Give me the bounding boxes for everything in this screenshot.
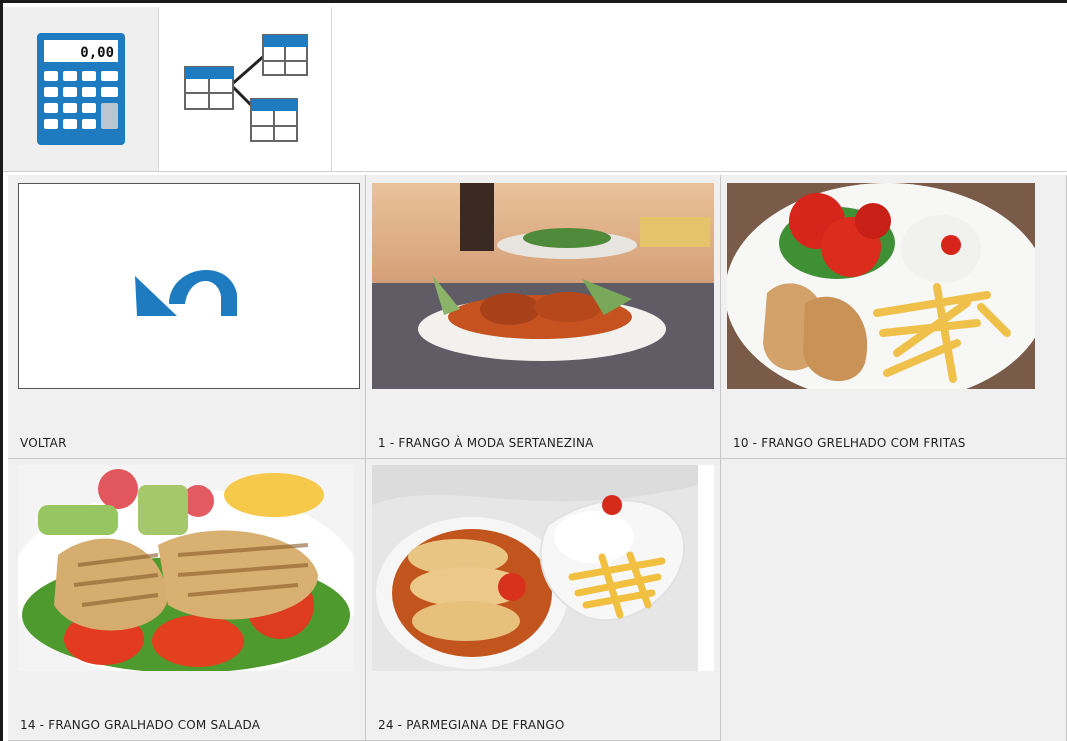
product-tile[interactable]: 14 - FRANGO GRALHADO COM SALADA xyxy=(8,459,366,741)
back-tile[interactable]: VOLTAR xyxy=(8,175,366,459)
undo-arrow-icon xyxy=(135,270,237,316)
table-tree-icon xyxy=(184,34,308,142)
product-label: 1 - FRANGO À MODA SERTANEZINA xyxy=(378,436,594,450)
product-tile[interactable]: 24 - PARMEGIANA DE FRANGO xyxy=(366,459,721,741)
product-label: 24 - PARMEGIANA DE FRANGO xyxy=(378,718,565,732)
product-image xyxy=(18,465,354,671)
product-grid: VOLTAR 1 - FRANGO À MODA SERTANEZINA 10 … xyxy=(8,175,1067,741)
toolbar: 0,00 xyxy=(3,3,1067,172)
calculator-button[interactable]: 0,00 xyxy=(3,7,159,171)
calculator-icon: 0,00 xyxy=(36,33,125,145)
empty-tile xyxy=(721,459,1067,741)
product-image xyxy=(372,465,714,671)
calculator-display: 0,00 xyxy=(80,45,114,61)
back-thumb xyxy=(18,183,360,389)
product-tile[interactable]: 1 - FRANGO À MODA SERTANEZINA xyxy=(366,175,721,459)
back-label: VOLTAR xyxy=(20,436,67,450)
product-tile[interactable]: 10 - FRANGO GRELHADO COM FRITAS xyxy=(721,175,1067,459)
table-map-button[interactable] xyxy=(159,7,332,171)
product-image xyxy=(727,183,1035,389)
product-label: 10 - FRANGO GRELHADO COM FRITAS xyxy=(733,436,966,450)
product-label: 14 - FRANGO GRALHADO COM SALADA xyxy=(20,718,261,732)
product-image xyxy=(372,183,714,389)
